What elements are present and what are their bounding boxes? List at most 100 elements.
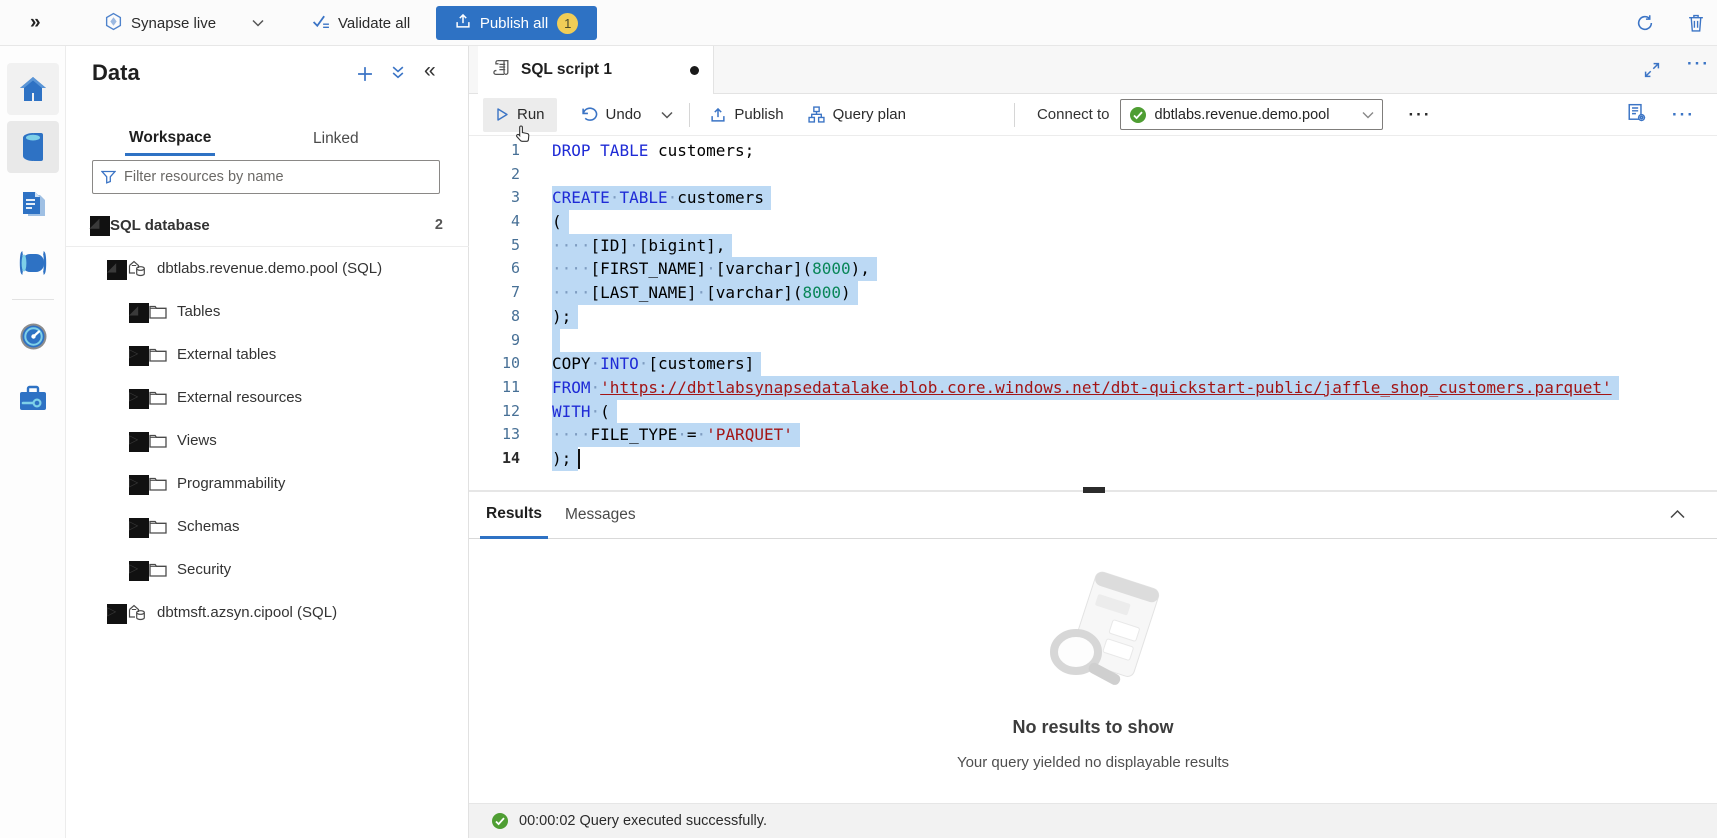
folder-icon [149,391,167,405]
tree-item-label: Security [177,561,231,578]
expand-menu-button[interactable]: » [30,0,41,46]
tree-item-schemas[interactable]: ▷Schemas [66,505,469,548]
nav-monitor[interactable] [7,310,59,362]
tree-caret-icon[interactable]: ▷ [129,432,149,452]
toolbar-divider [689,103,690,127]
script-icon [492,58,511,82]
validate-label: Validate all [338,15,410,32]
publish-button[interactable]: Publish [698,98,795,132]
synapse-live-selector[interactable]: Synapse live [104,0,216,46]
line-number: 3 [469,186,552,210]
tab-sql-script-1[interactable]: SQL script 1 [478,46,714,94]
validate-icon [312,14,330,33]
code-line-6[interactable]: 6····[FIRST_NAME]·[varchar](8000), [469,257,1717,281]
code-line-7[interactable]: 7····[LAST_NAME]·[varchar](8000) [469,281,1717,305]
tab-linked[interactable]: Linked [309,122,363,156]
nav-develop[interactable] [7,179,59,231]
folder-icon [149,520,167,534]
code-line-14[interactable]: 14); [469,447,1717,471]
publish-all-label: Publish all [480,15,548,32]
discard-button[interactable] [1688,0,1704,46]
play-icon [495,107,509,122]
tree-caret-icon[interactable]: ▷ [129,561,149,581]
refresh-button[interactable] [1636,0,1654,46]
filter-input[interactable] [124,169,431,185]
folder-icon [149,348,167,362]
undo-split-chevron[interactable] [653,98,681,132]
validate-all-button[interactable]: Validate all [312,0,410,46]
nav-integrate[interactable] [7,237,59,289]
tree-caret-icon[interactable]: ▷ [129,475,149,495]
tree-item-tables[interactable]: ◢Tables [66,290,469,333]
mode-dropdown-chevron[interactable] [252,0,264,46]
tab-more-actions-button[interactable]: ··· [1687,54,1710,74]
query-plan-button[interactable]: Query plan [796,98,918,132]
code-line-9[interactable]: 9 [469,329,1717,353]
tree-item-dbtmsft-azsyn-cipool-sql-[interactable]: ▷dbtmsft.azsyn.cipool (SQL) [66,591,469,634]
chevron-up-icon [1670,509,1685,519]
tree-item-external-tables[interactable]: ▷External tables [66,333,469,376]
tree-item-security[interactable]: ▷ Security [66,548,469,591]
tree-caret-icon[interactable]: ◢ [90,216,110,236]
tree-item-external-resources[interactable]: ▷ External resources [66,376,469,419]
code-text [552,329,560,353]
database-icon [19,132,47,162]
toolbar-more-button[interactable]: ··· [1397,98,1444,132]
expand-editor-button[interactable] [1644,62,1660,83]
tree-caret-icon[interactable]: ◢ [129,303,149,323]
code-line-8[interactable]: 8); [469,305,1717,329]
tree-caret-icon[interactable]: ▷ [107,604,127,624]
code-line-5[interactable]: 5····[ID]·[bigint], [469,234,1717,258]
nav-home[interactable] [7,63,59,115]
toolbox-icon [18,385,48,412]
properties-button[interactable] [1627,103,1646,126]
data-explorer-panel: Data « Workspace Linked ◢SQL database2◢d… [66,46,469,838]
tree-item-programmability[interactable]: ▷Programmability [66,462,469,505]
expand-diagonal-icon [1644,62,1660,78]
code-line-4[interactable]: 4( [469,210,1717,234]
empty-subtitle: Your query yielded no displayable result… [469,754,1717,771]
connect-to-dropdown[interactable]: dbtlabs.revenue.demo.pool [1120,99,1383,130]
synapse-icon [104,12,123,35]
publish-count-badge: 1 [557,13,578,34]
undo-button[interactable]: Undo [569,98,654,132]
folder-icon [149,477,167,491]
tree-item-views[interactable]: ▷ Views [66,419,469,462]
code-line-1[interactable]: 1DROP TABLE customers; [469,139,1717,163]
folder-icon [149,434,167,448]
tree-item-sql-database[interactable]: ◢SQL database2 [66,204,469,247]
plus-icon [357,66,373,82]
tree-item-dbtlabs-revenue-demo-pool-sql-[interactable]: ◢ dbtlabs.revenue.demo.pool (SQL) [66,247,469,290]
nav-manage[interactable] [7,372,59,424]
tree-caret-icon[interactable]: ▷ [129,346,149,366]
add-resource-button[interactable] [357,66,373,87]
code-line-13[interactable]: 13····FILE_TYPE·=·'PARQUET' [469,423,1717,447]
collapse-results-button[interactable] [1670,506,1717,524]
line-number: 2 [469,163,552,187]
tree-caret-icon[interactable]: ◢ [107,260,127,280]
tab-messages[interactable]: Messages [559,492,642,539]
code-line-11[interactable]: 11FROM·'https://dbtlabsynapsedatalake.bl… [469,376,1717,400]
tree-item-label: dbtlabs.revenue.demo.pool (SQL) [157,260,382,277]
code-line-2[interactable]: 2 [469,163,1717,187]
editor-toolbar: Run Undo Publish Query plan Connect to d… [469,94,1717,136]
tree-caret-icon[interactable]: ▷ [129,389,149,409]
code-line-3[interactable]: 3CREATE·TABLE·customers [469,186,1717,210]
code-lines: 1DROP TABLE customers;23CREATE·TABLE·cus… [469,139,1717,471]
code-line-12[interactable]: 12WITH·( [469,400,1717,424]
editor-more-button[interactable]: ··· [1672,105,1695,125]
collapse-all-button[interactable] [391,66,405,84]
tree-caret-icon[interactable]: ▷ [129,518,149,538]
tab-workspace[interactable]: Workspace [125,122,215,156]
run-button[interactable]: Run [483,98,557,132]
status-text: 00:00:02 Query executed successfully. [519,813,767,829]
code-line-10[interactable]: 10COPY·INTO·[customers] [469,352,1717,376]
sql-code-editor[interactable]: 1DROP TABLE customers;23CREATE·TABLE·cus… [469,136,1717,490]
nav-data[interactable] [7,121,59,173]
tree-item-label: Views [177,432,217,449]
collapse-panel-button[interactable]: « [424,59,436,83]
tree-item-label: External resources [177,389,302,406]
code-text: ····FILE_TYPE·=·'PARQUET' [552,423,800,447]
tab-results[interactable]: Results [480,492,548,539]
publish-all-button[interactable]: Publish all 1 [436,6,597,40]
